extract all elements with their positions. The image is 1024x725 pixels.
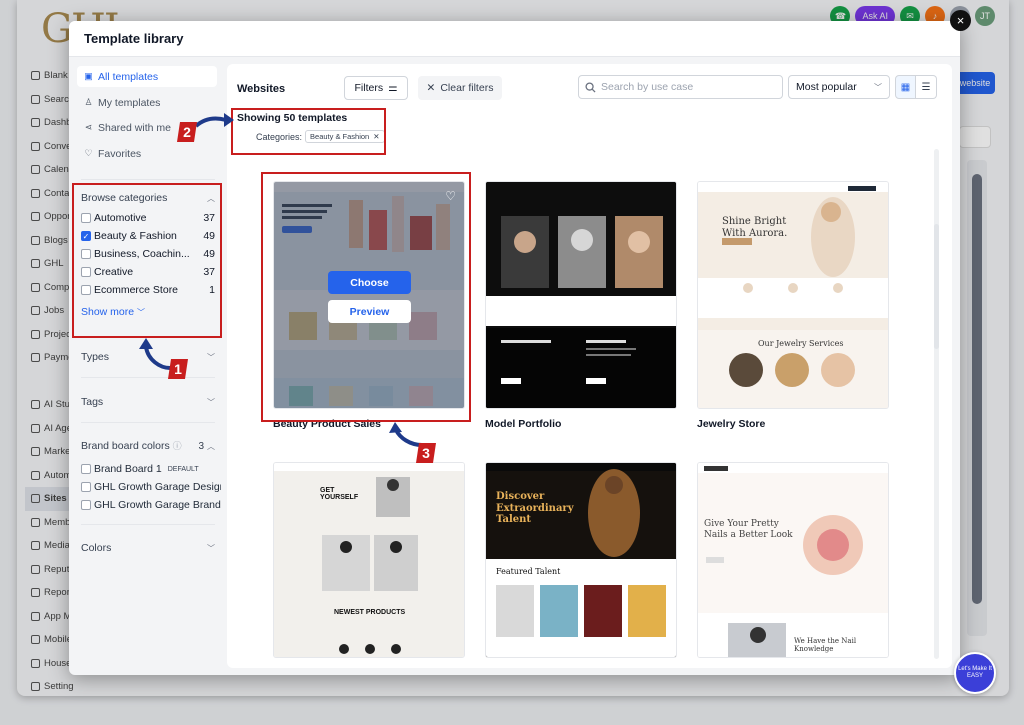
template-card-jewelry[interactable]: Shine Bright With Aurora. Our Jewelry Se… [697, 181, 889, 409]
annotation-number-1: 1 [168, 359, 188, 379]
filters-label: Filters [354, 82, 384, 94]
info-icon: ⓘ [172, 441, 182, 451]
clear-filters-label: Clear filters [440, 82, 494, 94]
checkbox[interactable] [81, 464, 91, 474]
divider [81, 377, 215, 378]
nav-label: My templates [98, 96, 161, 109]
left-panel: ▣ All templates ♙ My templates ⋖ Shared … [77, 65, 221, 669]
template-card-nails[interactable]: Give Your Pretty Nails a Better Look We … [697, 462, 889, 658]
list-view-toggle[interactable]: ☰ [916, 75, 937, 99]
template-thumbnail [486, 182, 676, 408]
chevron-down-icon: ﹀ [874, 82, 882, 92]
divider [81, 179, 215, 180]
brand-board-label: GHL Growth Garage Design... [94, 481, 221, 493]
template-card-model-portfolio[interactable] [485, 181, 677, 409]
chevron-down-icon: ﹀ [207, 543, 215, 553]
brand-board-count: 3 [198, 440, 205, 452]
thumb-headline: Give Your Pretty Nails a Better Look [704, 519, 793, 540]
nav-label: Favorites [98, 147, 142, 160]
nav-label: Shared with me [98, 121, 171, 134]
brand-board-title: Brand board colors [81, 440, 170, 452]
brand-board-header[interactable]: Brand board colors ⓘ 3 ︿ [81, 439, 215, 452]
template-name: Jewelry Store [697, 418, 766, 430]
brand-board-label: GHL Growth Garage Brand ... [94, 499, 221, 511]
annotation-box-3 [261, 172, 471, 422]
thumb-headline: Discover Extraordinary Talent [496, 491, 574, 525]
nav-favorites[interactable]: ♡ Favorites [77, 143, 217, 164]
chevron-up-icon: ︿ [207, 441, 215, 451]
annotation-box-2 [231, 108, 386, 155]
brand-board-3[interactable]: GHL Growth Garage Brand ... [81, 496, 221, 514]
user-icon: ♙ [84, 97, 93, 107]
nav-label: All templates [98, 70, 159, 83]
main-scrollbar[interactable] [934, 149, 939, 659]
template-library-modal: Template library ▣ All templates ♙ My te… [69, 21, 960, 675]
annotation-box-1 [72, 183, 222, 338]
clear-filters-button[interactable]: ✕ Clear filters [418, 76, 502, 100]
default-badge: DEFAULT [167, 465, 199, 473]
colors-label: Colors [81, 542, 112, 554]
list-icon: ☰ [921, 81, 931, 93]
main-scrollbar-thumb[interactable] [934, 224, 939, 349]
sort-select[interactable]: Most popular ﹀ [788, 75, 890, 99]
checkbox[interactable] [81, 500, 91, 510]
sliders-icon: ⚌ [388, 82, 398, 94]
annotation-number-2: 2 [177, 122, 197, 142]
colors-header[interactable]: Colors ﹀ [81, 542, 215, 554]
divider [81, 524, 215, 525]
nav-my-templates[interactable]: ♙ My templates [77, 92, 217, 113]
modal-title: Template library [84, 31, 184, 46]
types-label: Types [81, 351, 110, 363]
search-input[interactable] [601, 81, 771, 93]
thumb-subheading: We Have the Nail Knowledge [794, 637, 857, 654]
template-thumbnail [698, 463, 888, 657]
share-icon: ⋖ [84, 122, 93, 132]
websites-title: Websites [237, 83, 286, 95]
chevron-down-icon: ﹀ [207, 397, 215, 407]
close-modal-button[interactable]: × [950, 10, 971, 31]
template-card-talent[interactable]: Discover Extraordinary Talent Featured T… [485, 462, 677, 658]
brand-board-2[interactable]: GHL Growth Garage Design... [81, 478, 221, 496]
thumb-headline: GET YOURSELF [320, 487, 359, 501]
brand-board-label: Brand Board 1 [94, 463, 162, 475]
thumb-headline: Shine Bright With Aurora. [722, 216, 788, 239]
filters-button[interactable]: Filters ⚌ [344, 76, 408, 100]
thumb-subheading: Our Jewelry Services [758, 339, 844, 348]
checkbox[interactable] [81, 482, 91, 492]
tags-header[interactable]: Tags ﹀ [81, 396, 215, 408]
sort-selected: Most popular [796, 81, 857, 93]
modal-header: Template library [69, 21, 960, 57]
brand-board-1[interactable]: Brand Board 1 DEFAULT [81, 460, 221, 478]
template-name: Model Portfolio [485, 418, 562, 430]
search-box [578, 75, 783, 99]
annotation-number-3: 3 [416, 443, 436, 463]
grid-icon: ▦ [900, 81, 911, 93]
types-header[interactable]: Types ﹀ [81, 351, 215, 363]
close-icon: ✕ [426, 82, 436, 94]
thumb-subheading: Featured Talent [496, 567, 561, 576]
search-icon [585, 81, 596, 93]
heart-icon: ♡ [84, 148, 93, 158]
grid-view-toggle[interactable]: ▦ [895, 75, 916, 99]
divider [81, 422, 215, 423]
chevron-down-icon: ﹀ [207, 352, 215, 362]
tags-label: Tags [81, 396, 104, 408]
nav-all-templates[interactable]: ▣ All templates [77, 66, 217, 87]
thumb-subheading: NEWEST PRODUCTS [334, 609, 406, 616]
lets-make-it-easy-badge: Let's Make It EASY [954, 652, 996, 694]
template-card-fashion[interactable]: GET YOURSELF NEWEST PRODUCTS [273, 462, 465, 658]
grid-icon: ▣ [84, 71, 93, 81]
